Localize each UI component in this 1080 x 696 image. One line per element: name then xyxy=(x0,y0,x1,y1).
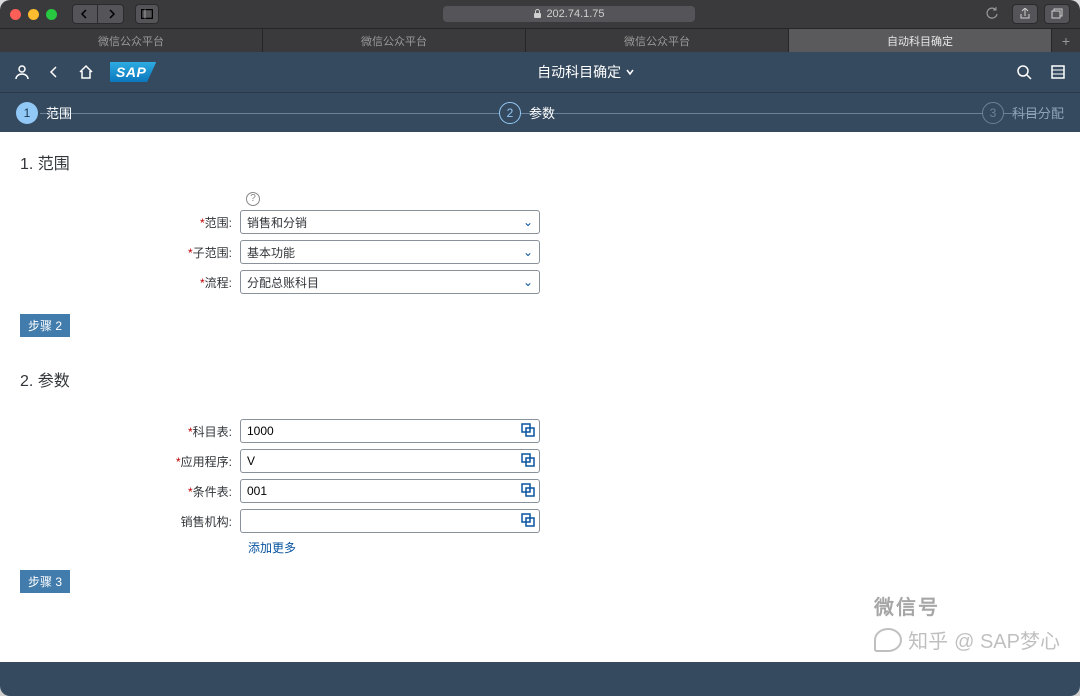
address-bar-container: 202.74.1.75 xyxy=(166,6,972,22)
help-row: ? xyxy=(246,188,1060,206)
tab-label: 微信公众平台 xyxy=(98,33,164,49)
window-maximize-button[interactable] xyxy=(46,9,57,20)
wizard-step-1[interactable]: 1 范围 xyxy=(16,102,72,124)
shell-right xyxy=(1016,64,1066,80)
browser-tabstrip: 微信公众平台 微信公众平台 微信公众平台 自动科目确定 + xyxy=(0,28,1080,52)
section1-title: 1. 范围 xyxy=(20,150,1060,174)
browser-tab[interactable]: 微信公众平台 xyxy=(263,29,526,52)
scope-select[interactable]: 销售和分销 ⌄ xyxy=(240,210,540,234)
cond-input-field[interactable] xyxy=(247,484,533,498)
wizard-progress: 1 范围 2 参数 3 科目分配 xyxy=(0,92,1080,132)
watermark-brand: 知乎 xyxy=(908,625,948,654)
wizard-step-num: 2 xyxy=(499,102,521,124)
chart-input-field[interactable] xyxy=(247,424,533,438)
scope-label: *范围: xyxy=(20,214,240,231)
nav-buttons xyxy=(72,4,124,24)
content-area: 1. 范围 ? *范围: 销售和分销 ⌄ *子范围: 基本功能 ⌄ *流程: 分… xyxy=(0,132,1080,662)
watermark-author: @ SAP梦心 xyxy=(954,625,1060,654)
help-icon[interactable]: ? xyxy=(246,192,260,206)
search-icon[interactable] xyxy=(1016,64,1032,80)
subscope-label: *子范围: xyxy=(20,244,240,261)
shell-title-text: 自动科目确定 xyxy=(537,62,621,82)
browser-window: 202.74.1.75 微信公众平台 微信公众平台 微信公众平台 自动科目确定 … xyxy=(0,0,1080,696)
form-row-subscope: *子范围: 基本功能 ⌄ xyxy=(20,240,1060,264)
tab-label: 微信公众平台 xyxy=(361,33,427,49)
reload-button[interactable] xyxy=(979,4,1005,24)
back-icon[interactable] xyxy=(46,64,62,80)
sidebar-toggle-button[interactable] xyxy=(135,4,159,24)
home-icon[interactable] xyxy=(78,64,94,80)
share-button[interactable] xyxy=(1012,4,1038,24)
subscope-select[interactable]: 基本功能 ⌄ xyxy=(240,240,540,264)
app-input[interactable] xyxy=(240,449,540,473)
sap-shell-bar: SAP 自动科目确定 xyxy=(0,52,1080,92)
window-minimize-button[interactable] xyxy=(28,9,39,20)
value-help-icon[interactable] xyxy=(521,423,535,440)
sap-logo: SAP xyxy=(110,62,156,82)
form-row-app: *应用程序: xyxy=(20,449,1060,473)
form-row-chart: *科目表: xyxy=(20,419,1060,443)
watermark-title: 微信号 xyxy=(874,591,940,620)
toolbar-right xyxy=(1012,4,1070,24)
new-tab-button[interactable]: + xyxy=(1052,29,1080,52)
browser-tab-active[interactable]: 自动科目确定 xyxy=(789,29,1052,52)
subscope-value: 基本功能 xyxy=(247,244,295,261)
wizard-step-num: 3 xyxy=(982,102,1004,124)
browser-tab[interactable]: 微信公众平台 xyxy=(0,29,263,52)
chevron-down-icon: ⌄ xyxy=(523,215,533,229)
wizard-step-label: 参数 xyxy=(529,103,555,122)
tab-label: 微信公众平台 xyxy=(624,33,690,49)
tab-label: 自动科目确定 xyxy=(887,33,953,49)
nav-forward-button[interactable] xyxy=(98,4,124,24)
shell-title[interactable]: 自动科目确定 xyxy=(156,62,1016,82)
url-text: 202.74.1.75 xyxy=(546,8,604,20)
process-label: *流程: xyxy=(20,274,240,291)
wizard-step-label: 范围 xyxy=(46,103,72,122)
wizard-step-2[interactable]: 2 参数 xyxy=(499,102,555,124)
wechat-bubble-icon xyxy=(874,628,902,652)
wizard-step-num: 1 xyxy=(16,102,38,124)
section2: 2. 参数 *科目表: *应用程序: *条件表: xyxy=(20,367,1060,593)
address-bar[interactable]: 202.74.1.75 xyxy=(443,6,694,22)
sap-footer xyxy=(0,662,1080,696)
tabs-button[interactable] xyxy=(1044,4,1070,24)
step2-button[interactable]: 步骤 2 xyxy=(20,314,70,337)
value-help-icon[interactable] xyxy=(521,483,535,500)
sales-input-field[interactable] xyxy=(247,514,533,528)
browser-tab[interactable]: 微信公众平台 xyxy=(526,29,789,52)
form-row-sales: 销售机构: xyxy=(20,509,1060,533)
cond-input[interactable] xyxy=(240,479,540,503)
form-row-cond: *条件表: xyxy=(20,479,1060,503)
sales-input[interactable] xyxy=(240,509,540,533)
app-input-field[interactable] xyxy=(247,454,533,468)
step3-button[interactable]: 步骤 3 xyxy=(20,570,70,593)
app-label: *应用程序: xyxy=(20,453,240,470)
macos-titlebar: 202.74.1.75 xyxy=(0,0,1080,28)
chevron-down-icon: ⌄ xyxy=(523,245,533,259)
user-icon[interactable] xyxy=(14,64,30,80)
shell-left: SAP xyxy=(14,62,156,82)
scope-value: 销售和分销 xyxy=(247,214,307,231)
nav-back-button[interactable] xyxy=(72,4,98,24)
process-value: 分配总账科目 xyxy=(247,274,319,291)
lock-icon xyxy=(533,9,542,19)
sales-label: 销售机构: xyxy=(20,513,240,530)
value-help-icon[interactable] xyxy=(521,453,535,470)
cond-label: *条件表: xyxy=(20,483,240,500)
value-help-icon[interactable] xyxy=(521,513,535,530)
form-row-process: *流程: 分配总账科目 ⌄ xyxy=(20,270,1060,294)
menu-icon[interactable] xyxy=(1050,64,1066,80)
form-row-scope: *范围: 销售和分销 ⌄ xyxy=(20,210,1060,234)
process-select[interactable]: 分配总账科目 ⌄ xyxy=(240,270,540,294)
wizard-step-3[interactable]: 3 科目分配 xyxy=(982,102,1064,124)
chevron-down-icon: ⌄ xyxy=(523,275,533,289)
watermark: 知乎 @ SAP梦心 xyxy=(874,625,1060,654)
chevron-down-icon xyxy=(625,67,635,77)
chart-input[interactable] xyxy=(240,419,540,443)
wizard-step-label: 科目分配 xyxy=(1012,103,1064,122)
add-more-link[interactable]: 添加更多 xyxy=(248,539,1060,556)
window-close-button[interactable] xyxy=(10,9,21,20)
chart-label: *科目表: xyxy=(20,423,240,440)
section2-title: 2. 参数 xyxy=(20,367,1060,391)
